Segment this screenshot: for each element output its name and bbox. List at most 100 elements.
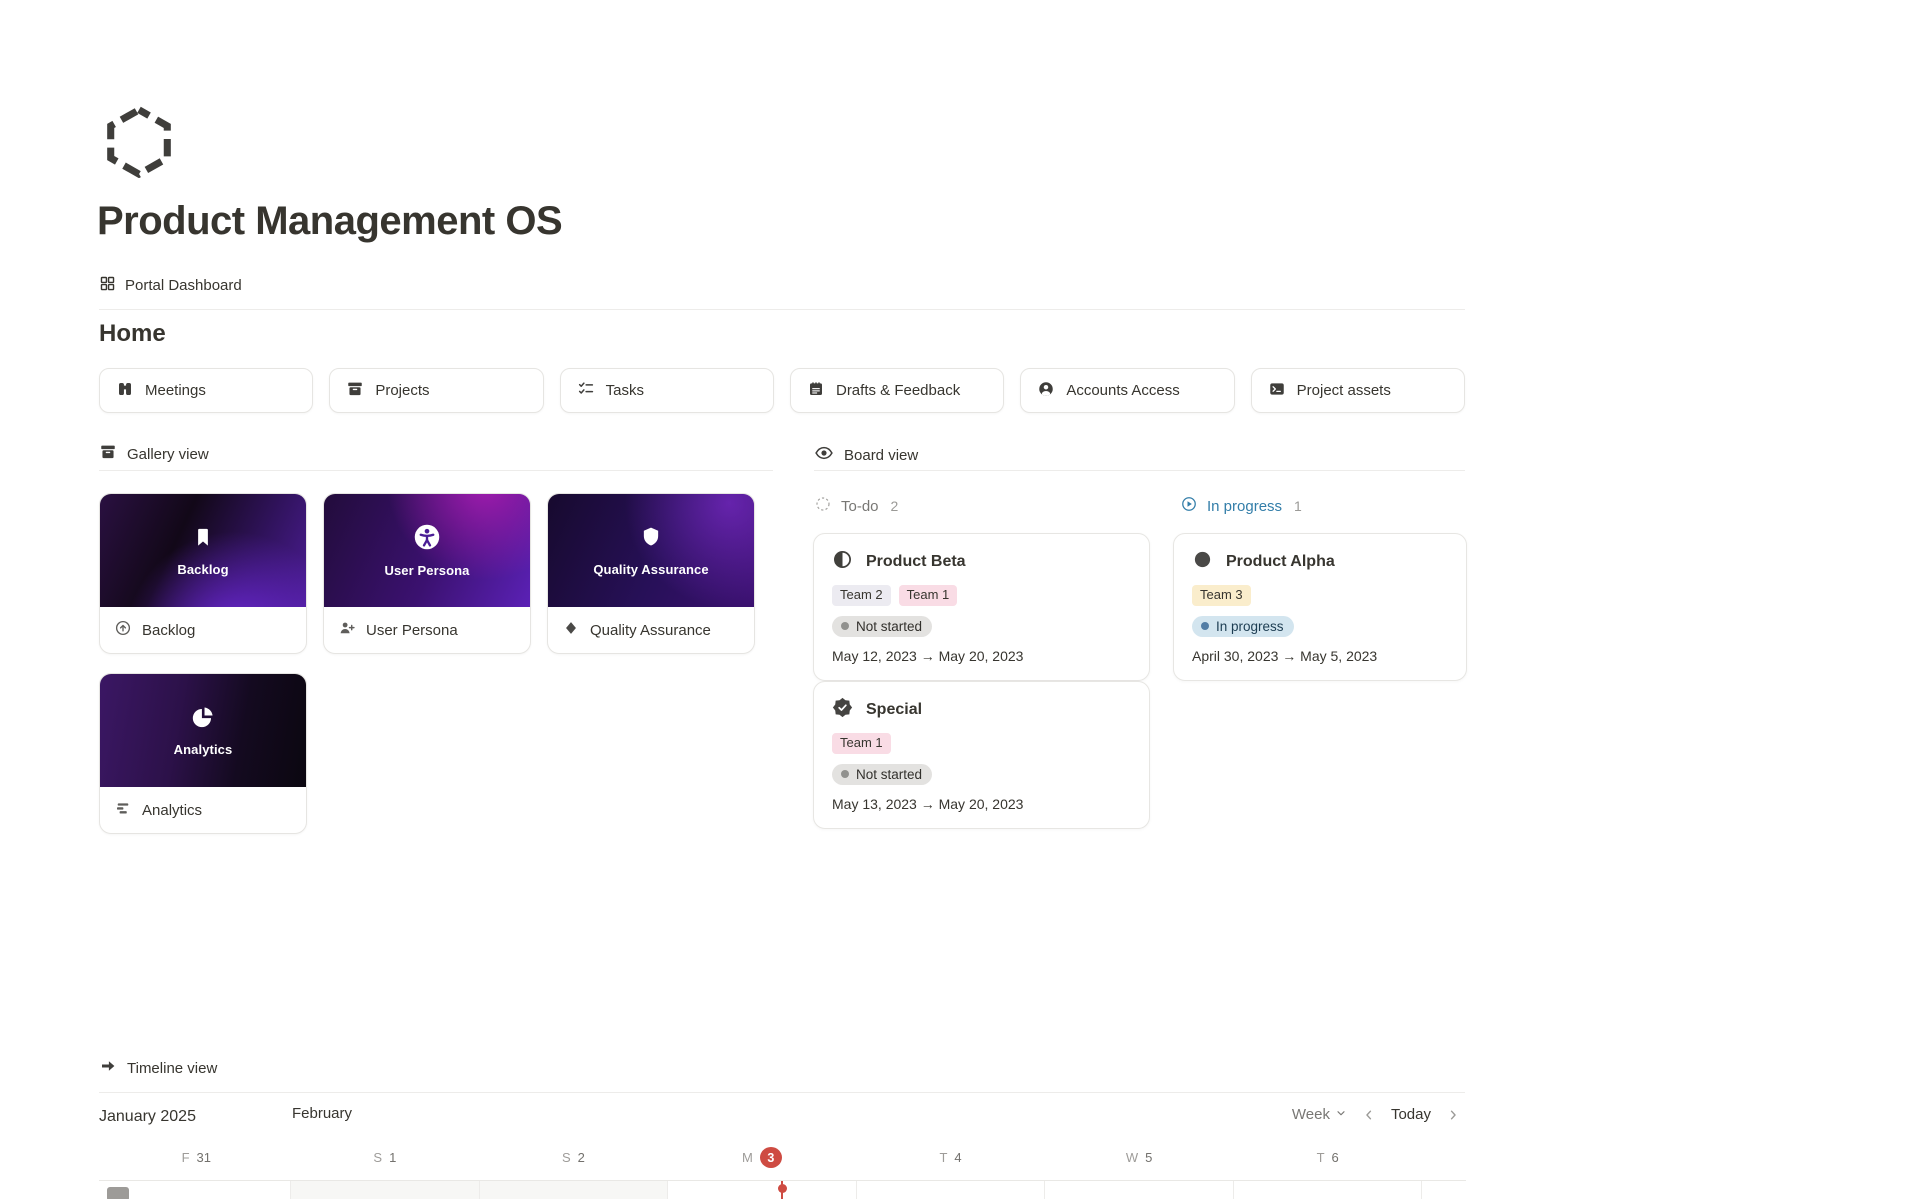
today-badge: 3: [760, 1147, 782, 1168]
breadcrumb-label: Portal Dashboard: [125, 277, 242, 294]
timeline-item-chip[interactable]: [107, 1187, 129, 1199]
column-name: In progress: [1207, 498, 1282, 515]
today-button[interactable]: Today: [1391, 1106, 1431, 1123]
column-count: 1: [1294, 498, 1302, 514]
cover-label: User Persona: [384, 563, 469, 578]
binoculars-icon: [116, 380, 134, 402]
board-card-product-alpha[interactable]: Product Alpha Team 3 In progress April 3…: [1173, 533, 1467, 681]
bars-icon: [114, 799, 132, 821]
arrow-right-icon: [99, 1057, 117, 1079]
tag: Team 1: [899, 585, 958, 606]
page-title: Product Management OS: [97, 199, 562, 244]
archive-box-icon: [346, 380, 364, 402]
timeline-month-secondary: February: [292, 1105, 352, 1122]
zoom-level-label: Week: [1292, 1106, 1330, 1123]
board-card-product-beta[interactable]: Product Beta Team 2 Team 1 Not started M…: [813, 533, 1150, 681]
shield-icon: [638, 524, 664, 555]
column-name: To-do: [841, 498, 879, 515]
meetings-button[interactable]: Meetings: [99, 368, 313, 413]
cover-label: Quality Assurance: [593, 562, 708, 577]
card-title: Product Alpha: [1226, 553, 1335, 571]
verified-badge-icon: [832, 697, 853, 723]
accounts-access-button[interactable]: Accounts Access: [1020, 368, 1234, 413]
chevron-left-icon[interactable]: [1362, 1108, 1376, 1122]
gallery-card-quality-assurance[interactable]: Quality Assurance Quality Assurance: [547, 493, 755, 654]
tab-gallery-view[interactable]: Gallery view: [99, 443, 209, 465]
date-range: May 12, 2023 → May 20, 2023: [832, 648, 1131, 664]
button-label: Accounts Access: [1066, 382, 1179, 399]
timeline-day-headers: F 31 S 1 S 2 M 3 T 4 W 5 T 6: [102, 1147, 1422, 1168]
drafts-feedback-button[interactable]: Drafts & Feedback: [790, 368, 1004, 413]
card-cover: Quality Assurance: [548, 494, 754, 607]
button-label: Meetings: [145, 382, 206, 399]
board-card-special[interactable]: Special Team 1 Not started May 13, 2023 …: [813, 681, 1150, 829]
status-dot: [841, 622, 849, 630]
timeline-controls: Week Today: [1280, 1106, 1460, 1123]
accessibility-icon: [413, 523, 441, 556]
hexagon-logo-icon: [106, 165, 172, 182]
timeline-month-primary: January 2025: [99, 1108, 196, 1126]
filled-circle-icon: [1192, 549, 1213, 575]
quick-links-row: Meetings Projects Tasks: [99, 368, 1465, 413]
breadcrumb[interactable]: Portal Dashboard: [99, 275, 242, 296]
archive-box-icon: [99, 443, 117, 465]
status-badge: Not started: [832, 616, 932, 637]
workspace-logo: [106, 106, 172, 183]
tag: Team 1: [832, 733, 891, 754]
half-circle-icon: [832, 549, 853, 575]
timeline-grid[interactable]: [99, 1180, 1466, 1199]
gallery-card-backlog[interactable]: Backlog Backlog: [99, 493, 307, 654]
tab-board-view[interactable]: Board view: [814, 443, 918, 467]
tab-label: Board view: [844, 447, 918, 464]
notepad-icon: [807, 380, 825, 402]
person-plus-icon: [338, 619, 356, 641]
status-dot: [1201, 622, 1209, 630]
tab-label: Timeline view: [127, 1060, 217, 1077]
cover-label: Analytics: [174, 742, 233, 757]
board-tab-divider: [814, 470, 1465, 471]
section-heading: Home: [99, 320, 166, 348]
projects-button[interactable]: Projects: [329, 368, 543, 413]
status-label: Not started: [856, 767, 922, 782]
board-column-todo-header[interactable]: To-do 2: [814, 495, 898, 517]
date-range: April 30, 2023 → May 5, 2023: [1192, 648, 1448, 664]
card-title: Special: [866, 701, 922, 719]
gallery-tab-divider: [99, 470, 773, 471]
tab-label: Gallery view: [127, 446, 209, 463]
chevron-right-icon[interactable]: [1446, 1108, 1460, 1122]
arrow-up-circle-icon: [114, 619, 132, 641]
tab-timeline-view[interactable]: Timeline view: [99, 1057, 217, 1079]
cover-label: Backlog: [177, 562, 228, 577]
status-label: Not started: [856, 619, 922, 634]
day-header: S 2: [479, 1147, 668, 1168]
gallery-card-analytics[interactable]: Analytics Analytics: [99, 673, 307, 834]
tasks-button[interactable]: Tasks: [560, 368, 774, 413]
grid-icon: [99, 275, 116, 296]
bookmark-icon: [190, 524, 216, 555]
day-header: S 1: [291, 1147, 480, 1168]
card-cover: User Persona: [324, 494, 530, 607]
button-label: Project assets: [1297, 382, 1391, 399]
card-caption: User Persona: [366, 622, 458, 639]
status-label: In progress: [1216, 619, 1284, 634]
dashed-circle-icon: [814, 495, 832, 517]
timeline-zoom-select[interactable]: Week: [1292, 1106, 1347, 1123]
card-caption: Backlog: [142, 622, 195, 639]
card-caption: Analytics: [142, 802, 202, 819]
button-label: Drafts & Feedback: [836, 382, 960, 399]
today-marker-line: [781, 1181, 783, 1199]
board-column-inprogress-header[interactable]: In progress 1: [1180, 495, 1302, 517]
chevron-down-icon: [1335, 1106, 1347, 1123]
project-assets-button[interactable]: Project assets: [1251, 368, 1465, 413]
card-title: Product Beta: [866, 553, 966, 571]
day-header: F 31: [102, 1147, 291, 1168]
tag: Team 3: [1192, 585, 1251, 606]
gallery-card-user-persona[interactable]: User Persona User Persona: [323, 493, 531, 654]
column-count: 2: [891, 498, 899, 514]
day-header: T 6: [1233, 1147, 1422, 1168]
checklist-icon: [577, 380, 595, 402]
day-header: W 5: [1045, 1147, 1234, 1168]
eye-icon: [814, 443, 834, 467]
card-cover: Analytics: [100, 674, 306, 787]
tag: Team 2: [832, 585, 891, 606]
